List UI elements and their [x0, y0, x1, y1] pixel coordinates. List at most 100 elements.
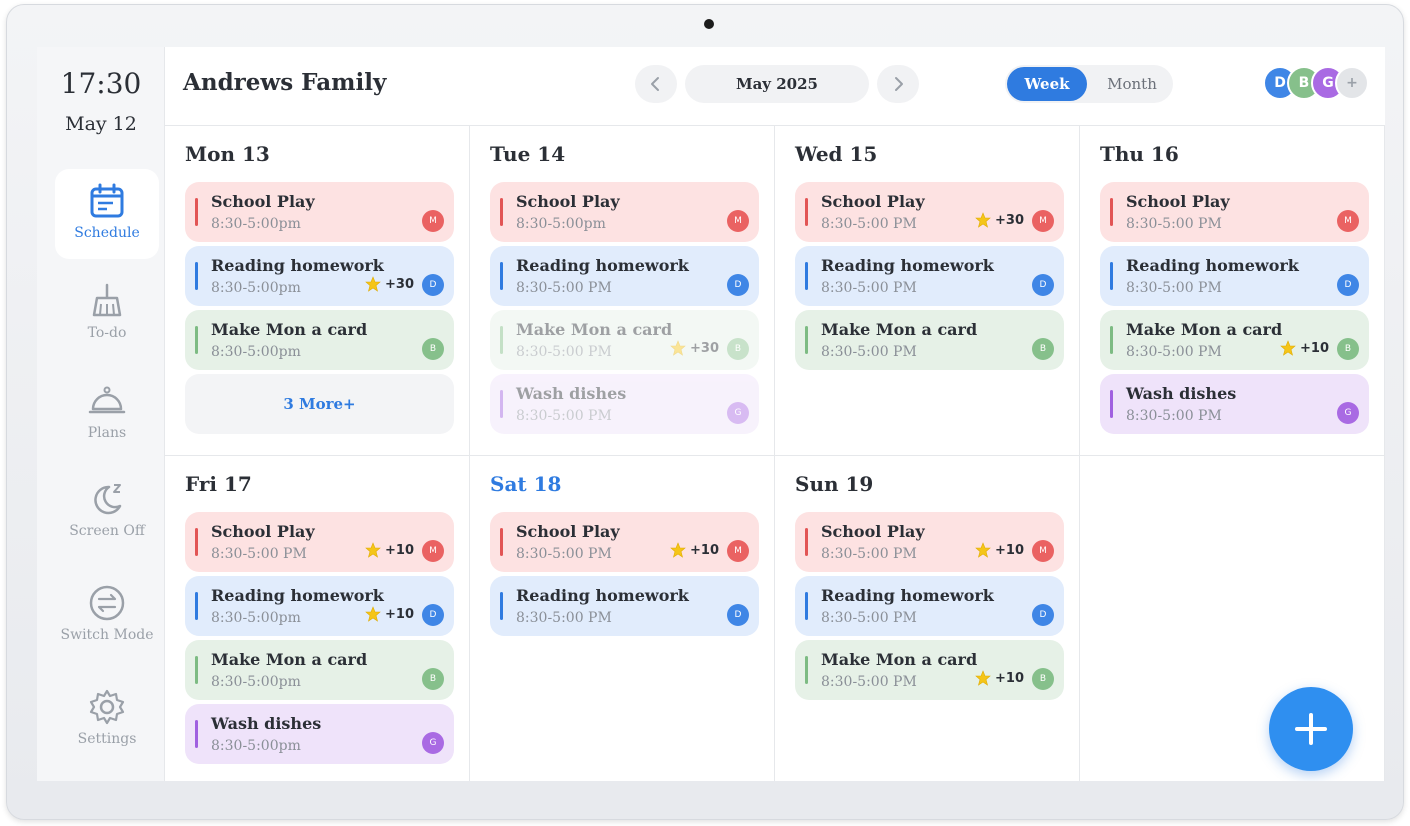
event-title: Make Mon a card — [821, 650, 978, 669]
next-month-button[interactable] — [877, 65, 919, 103]
event-title: School Play — [1126, 192, 1230, 211]
event-card[interactable]: School Play 8:30-5:00 PM +10 M — [490, 512, 759, 572]
sidebar-item-label: Switch Mode — [60, 627, 154, 643]
sidebar-item-screen-off[interactable]: Screen Off — [55, 467, 159, 557]
assignee-avatar: M — [422, 540, 444, 562]
event-card[interactable]: School Play 8:30-5:00 PM +30 M — [795, 182, 1064, 242]
event-color-bar — [500, 198, 503, 226]
event-color-bar — [1110, 198, 1113, 226]
event-color-bar — [1110, 390, 1113, 418]
assignee-avatar: M — [1032, 210, 1054, 232]
week-view-button[interactable]: Week — [1007, 67, 1087, 101]
event-color-bar — [195, 656, 198, 684]
add-event-button[interactable] — [1269, 687, 1353, 771]
event-card[interactable]: Wash dishes 8:30-5:00pm G — [185, 704, 454, 764]
event-points: +30 — [670, 340, 719, 356]
points-value: +10 — [385, 606, 414, 622]
event-card[interactable]: Reading homework 8:30-5:00 PM D — [795, 246, 1064, 306]
sidebar-item-label: Settings — [77, 731, 137, 747]
event-title: Make Mon a card — [211, 320, 368, 339]
event-card[interactable]: School Play 8:30-5:00pm M — [490, 182, 759, 242]
event-card[interactable]: Reading homework 8:30-5:00pm +30 D — [185, 246, 454, 306]
assignee-avatar: D — [422, 274, 444, 296]
switch-icon — [89, 585, 125, 621]
event-time: 8:30-5:00pm — [211, 674, 301, 690]
event-card[interactable]: Make Mon a card 8:30-5:00 PM B — [795, 310, 1064, 370]
event-time: 8:30-5:00 PM — [1126, 344, 1222, 360]
star-icon — [365, 276, 381, 292]
event-time: 8:30-5:00pm — [211, 610, 301, 626]
month-selector[interactable]: May 2025 — [685, 65, 869, 103]
star-icon — [365, 606, 381, 622]
event-color-bar — [195, 198, 198, 226]
event-points: +30 — [975, 212, 1024, 228]
event-card[interactable]: Reading homework 8:30-5:00pm +10 D — [185, 576, 454, 636]
day-title: Sat 18 — [490, 472, 562, 496]
event-color-bar — [195, 720, 198, 748]
star-icon — [670, 340, 686, 356]
day-column: Sat 18 School Play 8:30-5:00 PM +10 M Reading… — [470, 456, 775, 781]
event-title: School Play — [516, 522, 620, 541]
event-title: Wash dishes — [1126, 384, 1237, 403]
calendar-icon — [90, 183, 124, 218]
event-card[interactable]: Reading homework 8:30-5:00 PM D — [1100, 246, 1369, 306]
event-time: 8:30-5:00 PM — [821, 344, 917, 360]
event-card[interactable]: Wash dishes 8:30-5:00 PM G — [1100, 374, 1369, 434]
event-color-bar — [195, 592, 198, 620]
event-card[interactable]: School Play 8:30-5:00 PM M — [1100, 182, 1369, 242]
moon-icon — [94, 484, 122, 515]
event-card[interactable]: Make Mon a card 8:30-5:00pm B — [185, 640, 454, 700]
event-card[interactable]: Reading homework 8:30-5:00 PM D — [490, 576, 759, 636]
add-member-button[interactable]: + — [1335, 66, 1369, 100]
event-time: 8:30-5:00pm — [516, 216, 606, 232]
event-title: Reading homework — [211, 586, 384, 605]
assignee-avatar: M — [422, 210, 444, 232]
sidebar-item-label: Screen Off — [69, 523, 145, 539]
assignee-avatar: D — [422, 604, 444, 626]
event-points: +30 — [365, 276, 414, 292]
sidebar-item-schedule[interactable]: Schedule — [55, 169, 159, 259]
event-color-bar — [805, 326, 808, 354]
event-title: Wash dishes — [516, 384, 627, 403]
event-title: School Play — [211, 192, 315, 211]
event-time: 8:30-5:00pm — [211, 344, 301, 360]
event-points: +10 — [365, 542, 414, 558]
event-color-bar — [500, 528, 503, 556]
event-card[interactable]: Reading homework 8:30-5:00 PM D — [490, 246, 759, 306]
event-card[interactable]: Make Mon a card 8:30-5:00 PM +10 B — [795, 640, 1064, 700]
sidebar-item-plans[interactable]: Plans — [55, 369, 159, 459]
event-card[interactable]: School Play 8:30-5:00 PM +10 M — [795, 512, 1064, 572]
clock-time: 17:30 — [60, 67, 142, 100]
assignee-avatar: B — [727, 338, 749, 360]
event-card[interactable]: Make Mon a card 8:30-5:00 PM +30 B — [490, 310, 759, 370]
points-value: +10 — [1300, 340, 1329, 356]
prev-month-button[interactable] — [635, 65, 677, 103]
event-card[interactable]: Wash dishes 8:30-5:00 PM G — [490, 374, 759, 434]
day-column: Wed 15 School Play 8:30-5:00 PM +30 M Reading… — [775, 126, 1080, 456]
event-card[interactable]: Reading homework 8:30-5:00 PM D — [795, 576, 1064, 636]
event-card[interactable]: Make Mon a card 8:30-5:00pm B — [185, 310, 454, 370]
event-card[interactable]: School Play 8:30-5:00 PM +10 M — [185, 512, 454, 572]
sidebar-item-settings[interactable]: Settings — [55, 675, 159, 765]
event-title: Reading homework — [1126, 256, 1299, 275]
event-card[interactable]: Make Mon a card 8:30-5:00 PM +10 B — [1100, 310, 1369, 370]
more-events-button[interactable]: 3 More+ — [185, 374, 454, 434]
event-title: Make Mon a card — [821, 320, 978, 339]
star-icon — [975, 542, 991, 558]
points-value: +30 — [385, 276, 414, 292]
points-value: +10 — [995, 670, 1024, 686]
day-title: Fri 17 — [185, 472, 252, 496]
event-points: +10 — [365, 606, 414, 622]
event-color-bar — [805, 592, 808, 620]
month-view-button[interactable]: Month — [1093, 67, 1171, 101]
points-value: +30 — [995, 212, 1024, 228]
event-color-bar — [805, 656, 808, 684]
day-title: Wed 15 — [795, 142, 878, 166]
event-title: Reading homework — [821, 586, 994, 605]
event-points: +10 — [975, 670, 1024, 686]
assignee-avatar: B — [1032, 668, 1054, 690]
event-card[interactable]: School Play 8:30-5:00pm M — [185, 182, 454, 242]
points-value: +30 — [690, 340, 719, 356]
sidebar-item-todo[interactable]: To-do — [55, 269, 159, 359]
sidebar-item-switch-mode[interactable]: Switch Mode — [55, 571, 159, 661]
